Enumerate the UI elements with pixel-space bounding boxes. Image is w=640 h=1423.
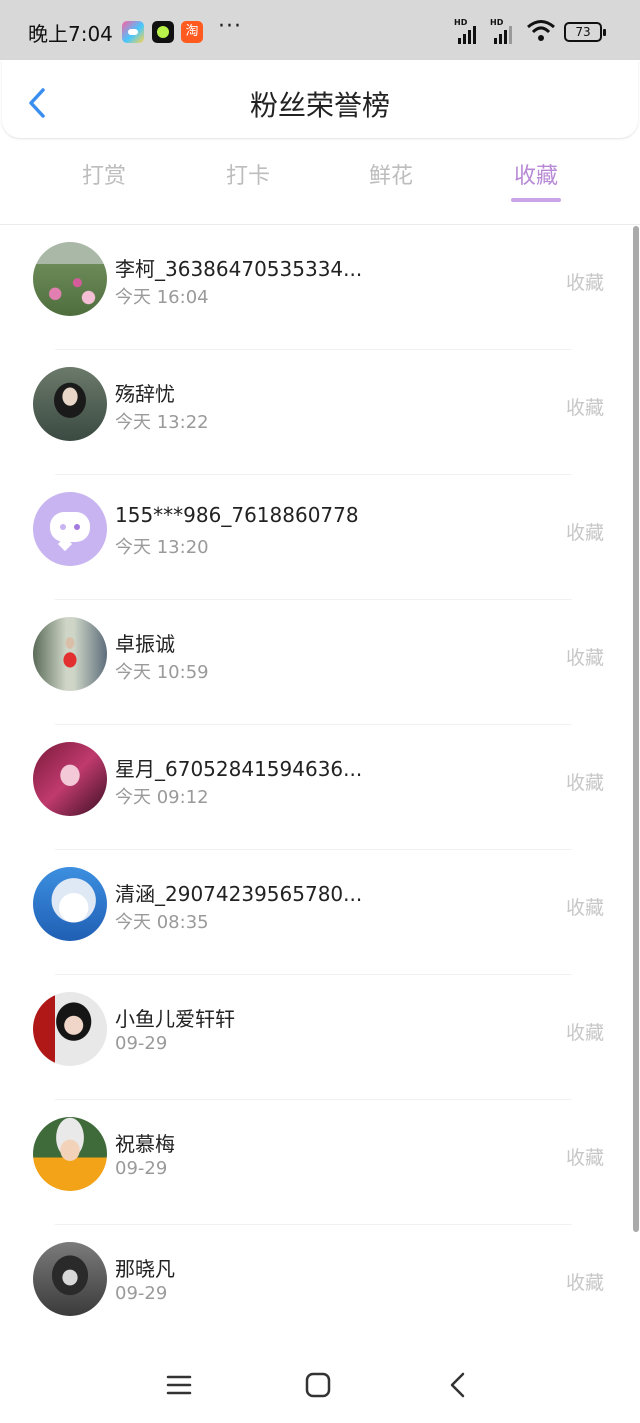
signal-icon: HD (490, 18, 522, 44)
page-title: 粉丝荣誉榜 (249, 89, 390, 122)
avatar[interactable] (33, 367, 107, 441)
list-item[interactable]: 李柯_36386470535334... 今天 16:04 收藏 (0, 225, 632, 350)
fan-time: 今天 16:04 (115, 287, 209, 308)
fan-time: 今天 08:35 (115, 912, 209, 933)
fan-time: 09-29 (115, 1283, 168, 1304)
status-bar: 晚上7:04 淘 ··· HD HD 73 (0, 0, 640, 60)
navigation-bar (0, 1345, 640, 1423)
list-item[interactable]: 卓振诚 今天 10:59 收藏 (0, 600, 632, 725)
status-time: 晚上7:04 (28, 22, 113, 46)
list-item[interactable]: 星月_67052841594636... 今天 09:12 收藏 (0, 725, 632, 850)
action-label: 收藏 (566, 1147, 605, 1169)
list-item[interactable]: 小鱼儿爱轩轩 09-29 收藏 (0, 975, 632, 1100)
avatar[interactable] (33, 867, 107, 941)
fan-name: 卓振诚 (115, 632, 175, 656)
action-label: 收藏 (566, 1272, 605, 1294)
list-item[interactable]: 那晓凡 09-29 收藏 (0, 1225, 632, 1350)
fan-time: 今天 10:59 (115, 662, 209, 683)
fan-name: 那晓凡 (115, 1257, 175, 1281)
menu-icon[interactable] (165, 1371, 193, 1399)
taobao-app-icon: 淘 (181, 21, 203, 43)
list-item[interactable]: 祝慕梅 09-29 收藏 (0, 1100, 632, 1225)
action-label: 收藏 (566, 897, 605, 919)
avatar[interactable] (33, 1117, 107, 1191)
game-app-icon (122, 21, 144, 43)
action-label: 收藏 (566, 272, 605, 294)
active-tab-indicator (511, 198, 561, 202)
scrollbar[interactable] (633, 226, 639, 1232)
fan-name: 祝慕梅 (115, 1132, 175, 1156)
home-icon[interactable] (304, 1371, 332, 1399)
fan-name: 155***986_7618860778 (115, 503, 359, 527)
avatar[interactable] (33, 992, 107, 1066)
fan-time: 09-29 (115, 1158, 168, 1179)
action-label: 收藏 (566, 772, 605, 794)
avatar[interactable] (33, 617, 107, 691)
back-icon[interactable] (444, 1371, 472, 1399)
fan-time: 今天 13:20 (115, 537, 209, 558)
avatar[interactable] (33, 742, 107, 816)
action-label: 收藏 (566, 397, 605, 419)
tab-checkin[interactable]: 打卡 (203, 158, 293, 190)
fan-name: 小鱼儿爱轩轩 (115, 1007, 235, 1031)
tab-bar: 打赏 打卡 鲜花 收藏 (0, 140, 640, 224)
action-label: 收藏 (566, 647, 605, 669)
fan-name: 殇辞忧 (115, 382, 175, 406)
dot-app-icon (152, 21, 174, 43)
chat-bubble-avatar-icon[interactable] (33, 492, 107, 566)
signal-icon: HD (454, 18, 486, 44)
action-label: 收藏 (566, 1022, 605, 1044)
action-label: 收藏 (566, 522, 605, 544)
fan-name: 李柯_36386470535334... (115, 257, 363, 281)
list-item[interactable]: 清涵_29074239565780... 今天 08:35 收藏 (0, 850, 632, 975)
fan-time: 今天 09:12 (115, 787, 209, 808)
wifi-icon (527, 20, 555, 41)
avatar[interactable] (33, 242, 107, 316)
tab-reward[interactable]: 打赏 (59, 158, 149, 190)
list-item[interactable]: 155***986_7618860778 今天 13:20 收藏 (0, 475, 632, 600)
fan-time: 09-29 (115, 1033, 168, 1054)
list-item[interactable]: 殇辞忧 今天 13:22 收藏 (0, 350, 632, 475)
fan-name: 清涵_29074239565780... (115, 882, 363, 906)
avatar[interactable] (33, 1242, 107, 1316)
status-more-icon: ··· (218, 14, 242, 39)
fan-name: 星月_67052841594636... (115, 757, 363, 781)
tab-favorites[interactable]: 收藏 (491, 158, 581, 190)
fan-time: 今天 13:22 (115, 412, 209, 433)
tab-flowers[interactable]: 鲜花 (346, 158, 436, 190)
battery-icon: 73 (564, 22, 606, 42)
page-header: 粉丝荣誉榜 (2, 60, 638, 138)
